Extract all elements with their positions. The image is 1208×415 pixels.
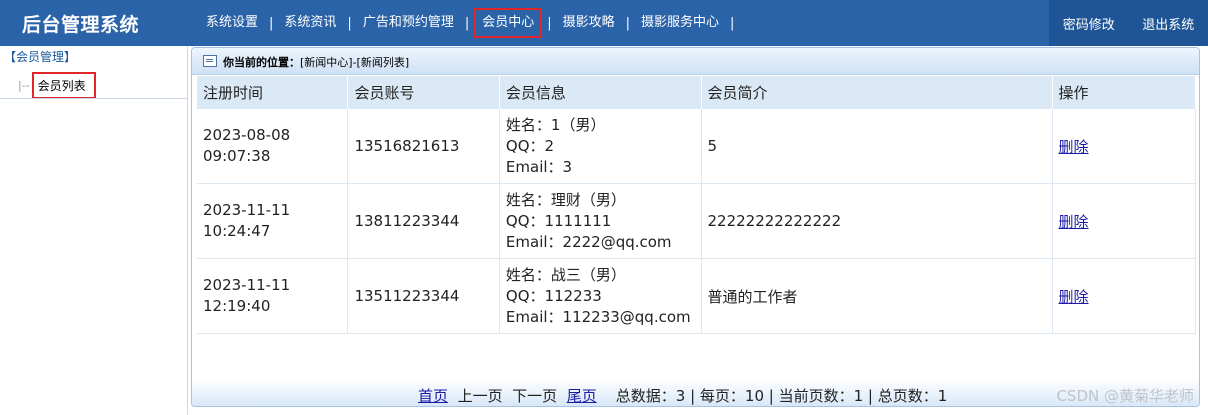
delete-link[interactable]: 删除: [1059, 138, 1089, 156]
nav-separator: |: [547, 15, 552, 31]
brand-title: 后台管理系统: [22, 14, 140, 36]
account-cell: 13811223344: [347, 183, 500, 259]
sidebar-item-member-list[interactable]: |-- 会员列表: [18, 72, 96, 99]
info-cell: 姓名：战三（男） QQ：112233 Email：112233@qq.com: [499, 258, 702, 334]
nav-separator: |: [269, 15, 274, 31]
pagination-bar: 首页 上一页 下一页 尾页 总数据：3 | 每页：10 | 当前页数：1 | 总…: [192, 379, 1199, 406]
header-member-intro: 会员简介: [701, 76, 1053, 109]
nav-separator: |: [625, 15, 631, 31]
header-register-time: 注册时间: [197, 76, 349, 109]
prev-page-link[interactable]: 上一页: [458, 387, 503, 405]
location-label: 你当前的位置：: [223, 56, 300, 69]
intro-cell: 5: [701, 109, 1053, 184]
account-nav: 密码修改 退出系统: [1049, 0, 1208, 46]
location-icon: [203, 55, 217, 67]
action-cell: 删除: [1052, 109, 1197, 184]
nav-item-system-settings[interactable]: 系统设置: [200, 11, 264, 35]
content-panel: 你当前的位置：[新闻中心]-[新闻列表] 注册时间 会员账号 会员信息 会员简介…: [191, 47, 1200, 407]
table-header-row: 注册时间 会员账号 会员信息 会员简介 操作: [197, 76, 1197, 109]
intro-cell: 普通的工作者: [701, 258, 1053, 334]
info-cell: 姓名：理财（男） QQ：1111111 Email：2222@qq.com: [499, 183, 702, 259]
header-member-info: 会员信息: [499, 76, 702, 109]
next-page-link[interactable]: 下一页: [512, 387, 557, 405]
location-bar: 你当前的位置：[新闻中心]-[新闻列表]: [192, 48, 1199, 75]
member-table: 注册时间 会员账号 会员信息 会员简介 操作 2023-08-08 09:07:3…: [197, 76, 1197, 334]
tree-connector: |--: [18, 79, 30, 92]
location-path: [新闻中心]-[新闻列表]: [300, 56, 410, 69]
nav-separator: |: [730, 15, 735, 31]
table-row: 2023-11-11 12:19:40 13511223344 姓名：战三（男） Q…: [197, 258, 1197, 334]
sidebar: 【会员管理】 |-- 会员列表: [0, 46, 188, 415]
first-page-link[interactable]: 首页: [418, 387, 448, 405]
account-cell: 13511223344: [347, 258, 500, 334]
register-time-cell: 2023-08-08 09:07:38: [197, 109, 349, 184]
nav-item-ads-booking[interactable]: 广告和预约管理: [357, 11, 460, 35]
logout-link[interactable]: 退出系统: [1142, 14, 1194, 33]
action-cell: 删除: [1052, 183, 1197, 259]
register-time-cell: 2023-11-11 12:19:40: [197, 258, 349, 334]
sidebar-group-title[interactable]: 【会员管理】: [4, 48, 76, 65]
table-row: 2023-11-11 10:24:47 13811223344 姓名：理财（男） Q…: [197, 183, 1197, 259]
nav-item-system-news[interactable]: 系统资讯: [278, 11, 342, 35]
account-cell: 13516821613: [347, 109, 500, 184]
register-time-cell: 2023-11-11 10:24:47: [197, 183, 349, 259]
delete-link[interactable]: 删除: [1059, 288, 1089, 306]
main-nav: 系统设置 | 系统资讯 | 广告和预约管理 | 会员中心 | 摄影攻略 | 摄影…: [200, 0, 739, 46]
sidebar-divider: [0, 98, 187, 99]
header-actions: 操作: [1052, 76, 1197, 109]
last-page-link[interactable]: 尾页: [567, 387, 597, 405]
intro-cell: 22222222222222: [701, 183, 1053, 259]
pagination: 首页 上一页 下一页 尾页 总数据：3 | 每页：10 | 当前页数：1 | 总…: [418, 385, 947, 406]
nav-item-photo-guide[interactable]: 摄影攻略: [557, 11, 621, 35]
location-breadcrumb: 你当前的位置：[新闻中心]-[新闻列表]: [223, 54, 409, 70]
nav-item-photo-service[interactable]: 摄影服务中心: [635, 11, 725, 35]
pagination-summary: 总数据：3 | 每页：10 | 当前页数：1 | 总页数：1: [615, 387, 948, 405]
watermark-text: CSDN @黄菊华老师: [1056, 387, 1194, 405]
info-cell: 姓名：1（男） QQ：2 Email：3: [499, 109, 702, 184]
nav-item-member-center[interactable]: 会员中心: [474, 8, 543, 38]
nav-separator: |: [347, 15, 352, 31]
header-member-account: 会员账号: [347, 76, 500, 109]
nav-separator: |: [464, 15, 470, 31]
action-cell: 删除: [1052, 258, 1197, 334]
top-header: 后台管理系统 系统设置 | 系统资讯 | 广告和预约管理 | 会员中心 | 摄影…: [0, 0, 1208, 46]
change-password-link[interactable]: 密码修改: [1063, 14, 1115, 33]
table-row: 2023-08-08 09:07:38 13516821613 姓名：1（男） QQ…: [197, 109, 1197, 184]
sidebar-item-label[interactable]: 会员列表: [31, 72, 96, 99]
delete-link[interactable]: 删除: [1059, 213, 1089, 231]
